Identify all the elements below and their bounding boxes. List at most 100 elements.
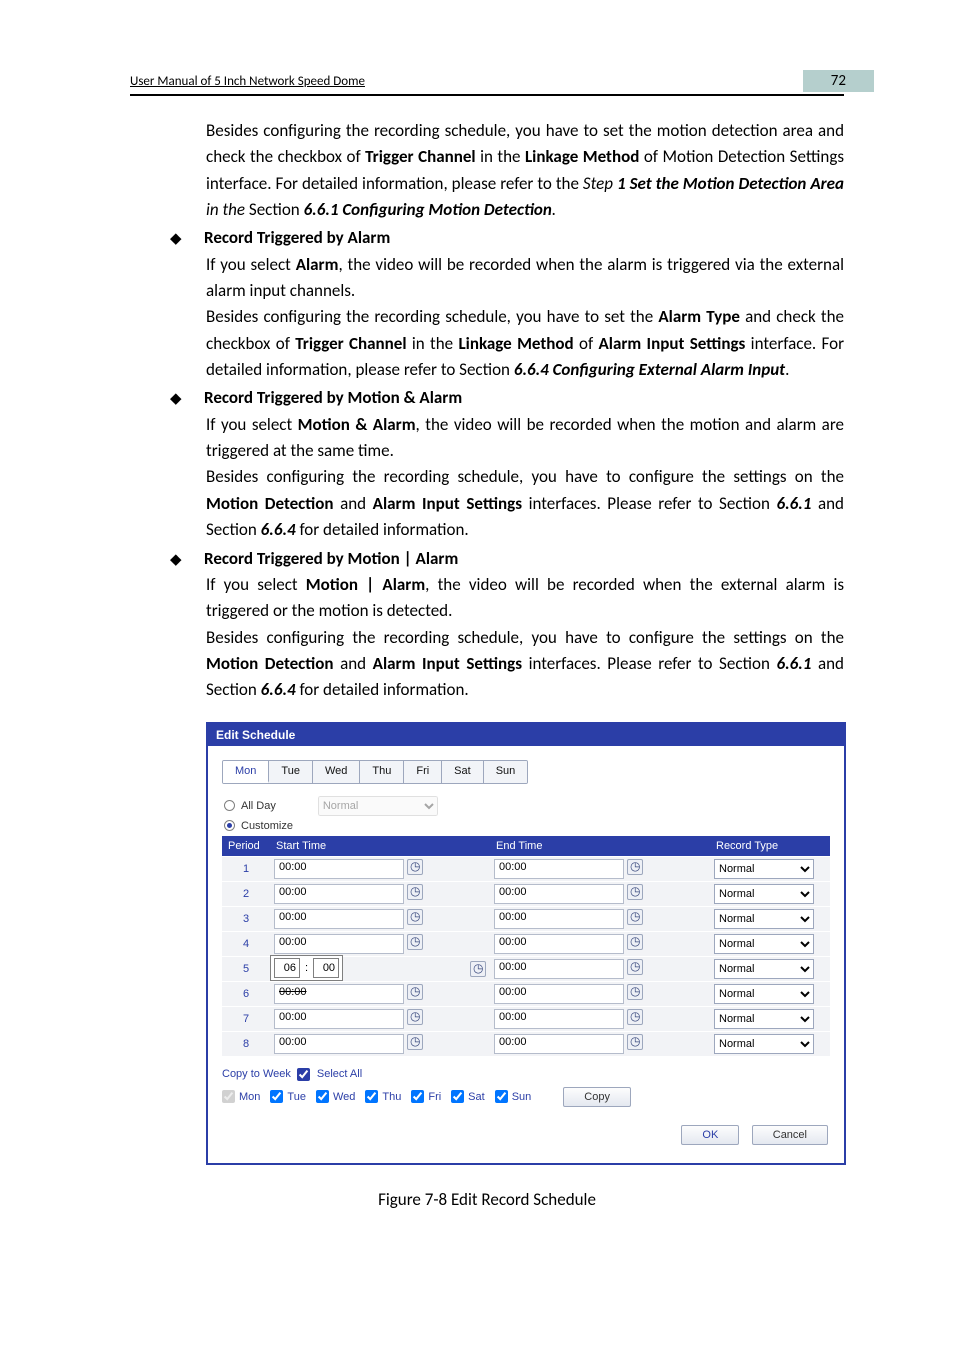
clock-icon[interactable]	[627, 984, 643, 1000]
radio-all-day[interactable]	[224, 800, 235, 811]
period-cell: 6	[222, 981, 270, 1006]
period-cell: 1	[222, 856, 270, 881]
clock-icon[interactable]	[407, 984, 423, 1000]
table-row: 400:0000:00Normal	[222, 931, 830, 956]
clock-icon[interactable]	[627, 884, 643, 900]
para-ma-2: Besides configuring the recording schedu…	[206, 464, 844, 543]
start-time-cell: 00:00	[270, 1006, 490, 1031]
tab-wed[interactable]: Wed	[313, 761, 360, 783]
start-time-input[interactable]: 00:00	[274, 884, 404, 904]
record-type-cell: Normal	[710, 906, 830, 931]
day-tabs: MonTueWedThuFriSatSun	[222, 760, 528, 784]
time-separator: :	[305, 962, 308, 974]
end-time-input[interactable]: 00:00	[494, 1034, 624, 1054]
start-time-cell: 00:00	[270, 931, 490, 956]
ok-button[interactable]: OK	[681, 1125, 739, 1145]
start-time-input[interactable]: 00:00	[274, 859, 404, 879]
table-row: 700:0000:00Normal	[222, 1006, 830, 1031]
table-row: 100:0000:00Normal	[222, 856, 830, 881]
record-type-cell: Normal	[710, 1031, 830, 1056]
table-row: 600:0000:00Normal	[222, 981, 830, 1006]
copy-day-checkbox-fri[interactable]	[411, 1090, 424, 1103]
radio-customize[interactable]	[224, 820, 235, 831]
clock-icon[interactable]	[627, 959, 643, 975]
header-title: User Manual of 5 Inch Network Speed Dome	[130, 74, 365, 89]
tab-sun[interactable]: Sun	[484, 761, 528, 783]
tab-sat[interactable]: Sat	[442, 761, 484, 783]
period-cell: 7	[222, 1006, 270, 1031]
period-cell: 8	[222, 1031, 270, 1056]
start-time-input[interactable]: 00:00	[274, 1009, 404, 1029]
end-time-input[interactable]: 00:00	[494, 1009, 624, 1029]
diamond-icon: ◆	[170, 388, 184, 411]
tab-tue[interactable]: Tue	[269, 761, 313, 783]
select-all-checkbox[interactable]	[297, 1068, 310, 1081]
start-minute-input[interactable]	[313, 958, 339, 978]
record-type-select[interactable]: Normal	[714, 934, 814, 954]
clock-icon[interactable]	[470, 961, 486, 977]
end-time-input[interactable]: 00:00	[494, 934, 624, 954]
bullet-record-alarm: ◆ Record Triggered by Alarm	[170, 225, 844, 251]
para-ma-1: If you select Motion & Alarm, the video …	[206, 412, 844, 465]
copy-day-checkbox-mon	[222, 1090, 235, 1103]
clock-icon[interactable]	[407, 934, 423, 950]
tab-fri[interactable]: Fri	[404, 761, 442, 783]
end-time-cell: 00:00	[490, 931, 710, 956]
copy-button[interactable]: Copy	[563, 1087, 631, 1107]
heading-record-alarm: Record Triggered by Alarm	[204, 225, 390, 251]
end-time-input[interactable]: 00:00	[494, 859, 624, 879]
record-type-cell: Normal	[710, 881, 830, 906]
tab-thu[interactable]: Thu	[360, 761, 404, 783]
start-time-input[interactable]: 00:00	[274, 984, 404, 1004]
clock-icon[interactable]	[407, 1009, 423, 1025]
diamond-icon: ◆	[170, 549, 184, 572]
copy-day-label: Wed	[333, 1091, 355, 1103]
record-type-cell: Normal	[710, 931, 830, 956]
clock-icon[interactable]	[627, 1009, 643, 1025]
period-cell: 5	[222, 956, 270, 981]
cancel-button[interactable]: Cancel	[752, 1125, 828, 1145]
all-day-label: All Day	[241, 800, 276, 812]
clock-icon[interactable]	[627, 934, 643, 950]
clock-icon[interactable]	[407, 884, 423, 900]
copy-day-checkbox-thu[interactable]	[365, 1090, 378, 1103]
start-time-input[interactable]: 00:00	[274, 1034, 404, 1054]
copy-day-checkbox-sun[interactable]	[495, 1090, 508, 1103]
record-type-select[interactable]: Normal	[714, 884, 814, 904]
customize-label: Customize	[241, 820, 293, 832]
start-time-cell: 00:00	[270, 881, 490, 906]
period-cell: 2	[222, 881, 270, 906]
clock-icon[interactable]	[407, 1034, 423, 1050]
start-time-input[interactable]: 00:00	[274, 909, 404, 929]
start-time-input[interactable]: 00:00	[274, 934, 404, 954]
clock-icon[interactable]	[627, 859, 643, 875]
record-type-select[interactable]: Normal	[714, 1034, 814, 1054]
record-type-select[interactable]: Normal	[714, 959, 814, 979]
clock-icon[interactable]	[627, 1034, 643, 1050]
end-time-input[interactable]: 00:00	[494, 984, 624, 1004]
para-moa-2: Besides configuring the recording schedu…	[206, 625, 844, 704]
end-time-cell: 00:00	[490, 881, 710, 906]
copy-day-label: Sun	[512, 1091, 532, 1103]
end-time-cell: 00:00	[490, 981, 710, 1006]
copy-to-week-label: Copy to Week	[222, 1068, 291, 1080]
clock-icon[interactable]	[407, 859, 423, 875]
record-type-select[interactable]: Normal	[714, 1009, 814, 1029]
end-time-input[interactable]: 00:00	[494, 909, 624, 929]
clock-icon[interactable]	[407, 909, 423, 925]
end-time-input[interactable]: 00:00	[494, 884, 624, 904]
copy-day-checkbox-tue[interactable]	[270, 1090, 283, 1103]
edit-schedule-dialog: Edit Schedule MonTueWedThuFriSatSun All …	[206, 722, 846, 1165]
record-type-select[interactable]: Normal	[714, 859, 814, 879]
copy-day-checkbox-sat[interactable]	[451, 1090, 464, 1103]
record-type-select[interactable]: Normal	[714, 984, 814, 1004]
period-cell: 4	[222, 931, 270, 956]
end-time-input[interactable]: 00:00	[494, 959, 624, 979]
clock-icon[interactable]	[627, 909, 643, 925]
copy-day-checkbox-wed[interactable]	[316, 1090, 329, 1103]
tab-mon[interactable]: Mon	[223, 761, 269, 783]
copy-day-label: Tue	[287, 1091, 306, 1103]
record-type-select[interactable]: Normal	[714, 909, 814, 929]
start-hour-input[interactable]	[274, 958, 300, 978]
page-header: User Manual of 5 Inch Network Speed Dome…	[130, 70, 844, 96]
